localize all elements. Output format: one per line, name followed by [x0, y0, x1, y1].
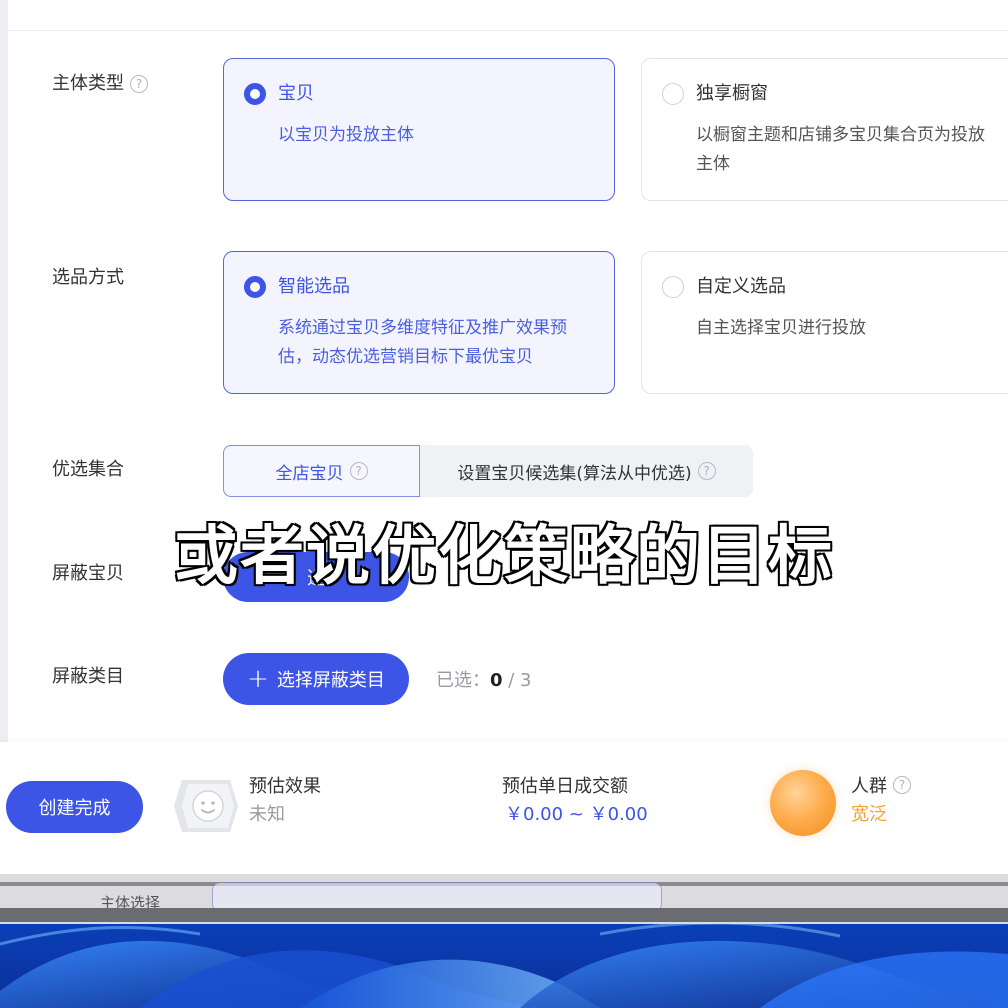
estimate-smiley-icon — [174, 780, 238, 832]
radio-unchecked-icon[interactable] — [662, 83, 684, 105]
counter-selected: 0 — [490, 670, 503, 691]
subject-type-label-text: 主体类型 — [52, 73, 124, 94]
crowd-value: 宽泛 — [851, 804, 887, 825]
crowd-label: 人群 ? — [851, 772, 911, 798]
footer-bar: 创建完成 预估效果 未知 预估单日成交额 ￥0.00 ~ ￥0.00 人群 ? … — [0, 742, 1008, 874]
crowd-label-text: 人群 — [851, 776, 887, 797]
wallpaper-bloom-graphic — [0, 924, 1008, 1008]
block-category-counter: 已选：0 / 3 — [436, 666, 532, 692]
radio-checked-icon[interactable] — [244, 276, 266, 298]
help-icon[interactable]: ? — [893, 776, 911, 794]
create-complete-button[interactable]: 创建完成 — [6, 781, 143, 833]
radio-checked-icon[interactable] — [244, 83, 266, 105]
selection-card-smart-desc: 系统通过宝贝多维度特征及推广效果预估，动态优选营销目标下最优宝贝 — [278, 318, 567, 367]
plus-icon: + — [247, 664, 269, 694]
counter-prefix: 已选： — [436, 670, 490, 691]
daily-gmv-value: ￥0.00 ~ ￥0.00 — [505, 804, 648, 825]
daily-gmv-label: 预估单日成交额 — [502, 776, 628, 797]
selection-card-custom[interactable]: 自定义选品 自主选择宝贝进行投放 — [641, 251, 1008, 394]
selection-method-label-text: 选品方式 — [52, 267, 124, 288]
top-divider — [8, 30, 1008, 31]
desktop-wallpaper — [0, 924, 1008, 1008]
selection-card-smart-title: 智能选品 — [278, 276, 350, 297]
window-edge-lower — [0, 908, 1008, 922]
select-block-category-button-label: 选择屏蔽类目 — [276, 670, 385, 691]
subject-card-window-desc: 以橱窗主题和店铺多宝贝集合页为投放主体 — [696, 125, 985, 174]
plan-settings-panel: 主体类型 ? 宝贝 以宝贝为投放主体 独享橱窗 以橱窗主题和店铺多宝贝集合页为投… — [0, 0, 1008, 742]
crowd-orb-icon — [770, 770, 836, 836]
estimate-label: 预估效果 — [249, 776, 321, 797]
preferred-option-candidate-set-label: 设置宝贝候选集(算法从中优选) — [457, 463, 692, 484]
estimate-value: 未知 — [249, 804, 285, 825]
subject-card-window-title: 独享橱窗 — [696, 83, 768, 104]
selection-method-label: 选品方式 — [52, 266, 124, 290]
select-block-category-button[interactable]: + 选择屏蔽类目 — [223, 653, 409, 705]
preferred-set-label: 优选集合 — [52, 458, 124, 482]
preferred-option-candidate-set[interactable]: 设置宝贝候选集(算法从中优选) ? — [420, 445, 753, 497]
subject-card-window[interactable]: 独享橱窗 以橱窗主题和店铺多宝贝集合页为投放主体 — [641, 58, 1008, 201]
help-icon[interactable]: ? — [130, 75, 148, 93]
background-window-strip: 主体选择 — [0, 874, 1008, 924]
selection-card-smart[interactable]: 智能选品 系统通过宝贝多维度特征及推广效果预估，动态优选营销目标下最优宝贝 — [223, 251, 615, 394]
selection-card-custom-desc: 自主选择宝贝进行投放 — [696, 318, 866, 338]
preferred-option-all-store-label: 全店宝贝 — [275, 463, 344, 484]
radio-unchecked-icon[interactable] — [662, 276, 684, 298]
subject-card-item-desc: 以宝贝为投放主体 — [278, 125, 414, 145]
help-icon[interactable]: ? — [697, 462, 716, 480]
subject-type-label: 主体类型 ? — [52, 72, 148, 96]
counter-max: 3 — [520, 670, 532, 691]
video-subtitle: 或者说优化策略的目标 — [173, 519, 834, 596]
preferred-option-all-store[interactable]: 全店宝贝 ? — [223, 445, 420, 497]
preferred-set-label-text: 优选集合 — [52, 459, 124, 480]
counter-separator: / — [502, 670, 521, 691]
subject-card-item-title: 宝贝 — [278, 83, 314, 104]
help-icon[interactable]: ? — [349, 462, 368, 480]
preferred-set-segmented: 全店宝贝 ? 设置宝贝候选集(算法从中优选) ? — [223, 445, 753, 497]
block-category-label-text: 屏蔽类目 — [52, 666, 124, 687]
block-category-label: 屏蔽类目 — [52, 665, 124, 689]
subject-card-item[interactable]: 宝贝 以宝贝为投放主体 — [223, 58, 615, 201]
selection-card-custom-title: 自定义选品 — [696, 276, 786, 297]
